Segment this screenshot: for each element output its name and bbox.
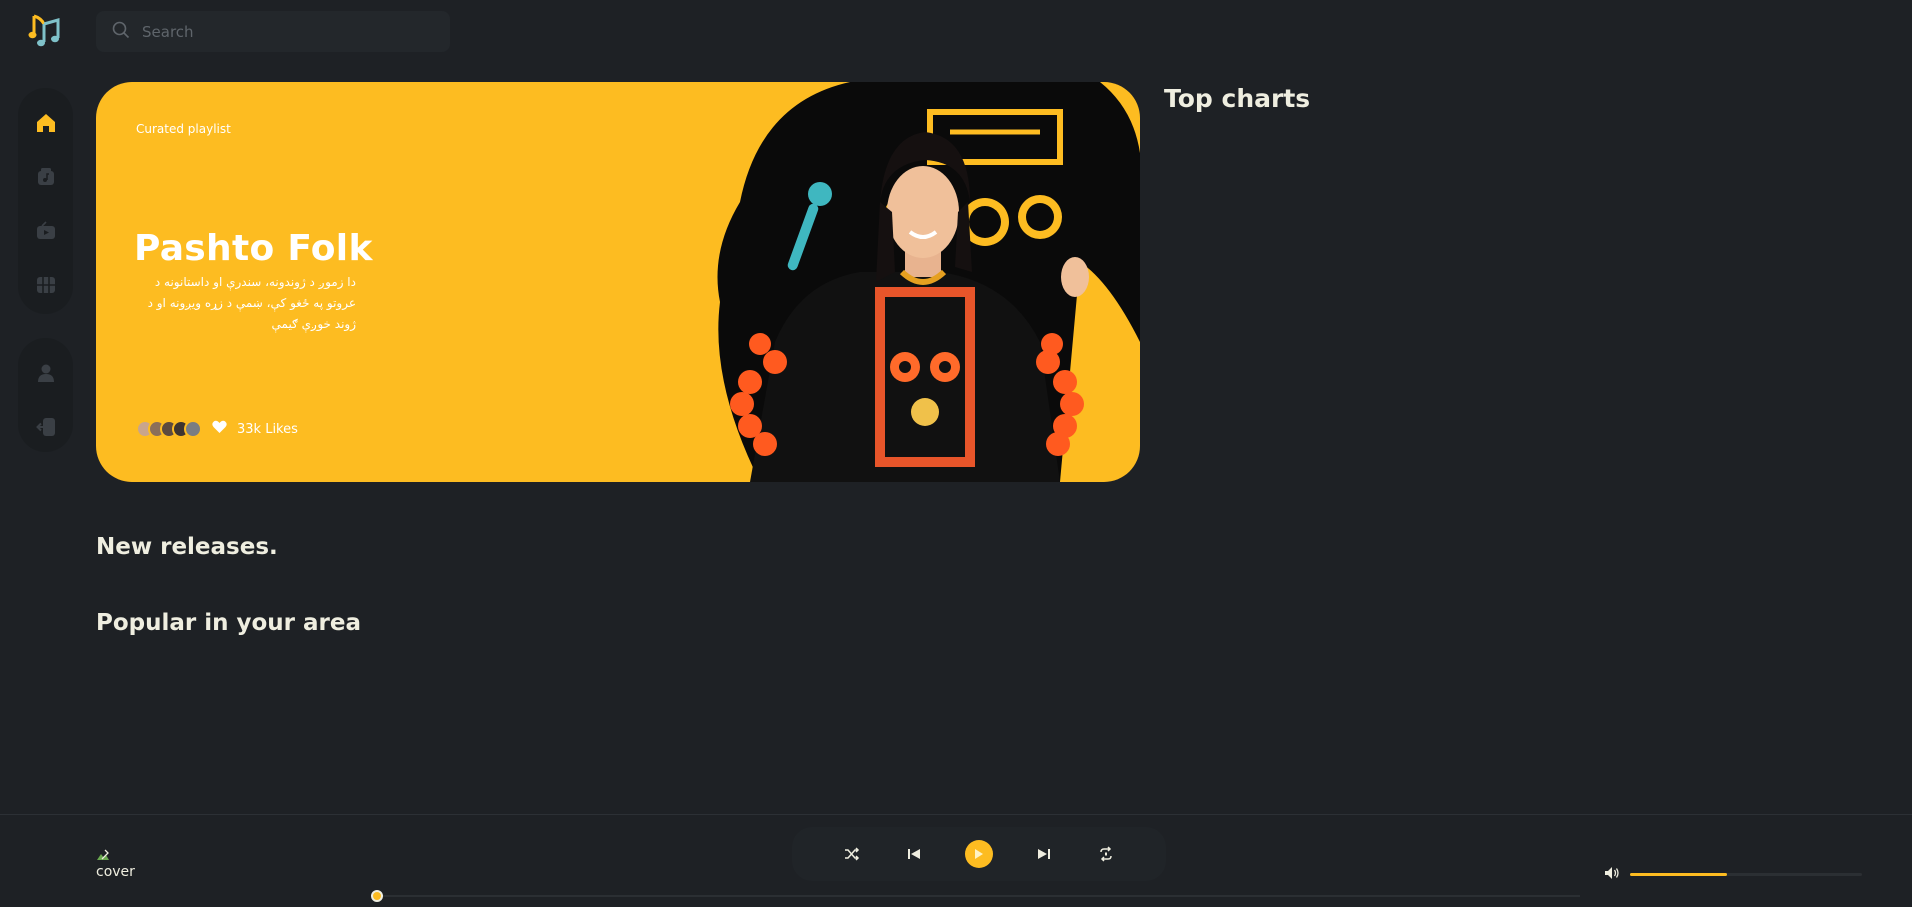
next-button[interactable] — [1033, 843, 1055, 865]
hero-tag: Curated playlist — [136, 122, 231, 136]
radio-icon — [36, 221, 55, 239]
progress-bar[interactable] — [371, 890, 1580, 902]
likes-count: 33k Likes — [237, 421, 298, 437]
search-bar[interactable] — [96, 11, 450, 52]
listener-avatars — [136, 420, 202, 438]
sidebar-item-logout[interactable] — [29, 410, 63, 444]
volume-icon[interactable] — [1604, 865, 1620, 884]
avatar — [184, 420, 202, 438]
progress-knob[interactable] — [371, 890, 383, 902]
top-charts-heading: Top charts — [1164, 84, 1311, 113]
music-folder-icon — [37, 168, 54, 185]
home-icon — [36, 114, 55, 132]
player-bar: cover — [0, 814, 1912, 907]
repeat-icon — [1100, 846, 1112, 862]
broken-image-icon — [96, 849, 110, 861]
playback-controls — [792, 827, 1166, 881]
app-logo-icon[interactable] — [28, 12, 62, 48]
featured-playlist-banner[interactable]: Curated playlist Pashto Folk دا زموږ د ژ… — [96, 82, 1140, 482]
volume-control — [1604, 865, 1862, 884]
previous-button[interactable] — [903, 843, 925, 865]
play-icon — [975, 849, 983, 859]
cover-alt-text: cover — [96, 864, 135, 880]
shuffle-button[interactable] — [841, 843, 863, 865]
sidebar-secondary-nav — [18, 338, 73, 452]
new-releases-heading: New releases. — [96, 534, 278, 560]
sidebar-item-playlists[interactable] — [29, 160, 63, 194]
search-input[interactable] — [142, 22, 422, 41]
hero-description: دا زموږ د ژوندونه، سندرې او داستانونه د … — [147, 275, 356, 331]
skip-next-icon — [1038, 849, 1050, 859]
skip-previous-icon — [908, 849, 920, 859]
track-cover[interactable]: cover — [96, 849, 135, 880]
heart-icon[interactable] — [212, 420, 227, 438]
volume-level — [1630, 873, 1728, 876]
sidebar-item-radio[interactable] — [29, 214, 63, 248]
sidebar-nav — [18, 88, 73, 314]
sidebar-item-videos[interactable] — [29, 268, 63, 302]
shuffle-icon — [845, 847, 860, 861]
sidebar-item-profile[interactable] — [29, 356, 63, 390]
video-grid-icon — [36, 277, 55, 293]
volume-slider[interactable] — [1630, 873, 1862, 876]
user-icon — [37, 364, 54, 382]
repeat-button[interactable] — [1095, 843, 1117, 865]
hero-title: Pashto Folk — [134, 228, 373, 269]
search-icon — [112, 21, 130, 43]
sidebar-item-home[interactable] — [29, 106, 63, 140]
hero-likes: 33k Likes — [136, 420, 298, 438]
play-button[interactable] — [965, 840, 993, 868]
hero-artwork — [717, 82, 1140, 482]
popular-heading: Popular in your area — [96, 610, 362, 636]
logout-icon — [35, 418, 55, 436]
